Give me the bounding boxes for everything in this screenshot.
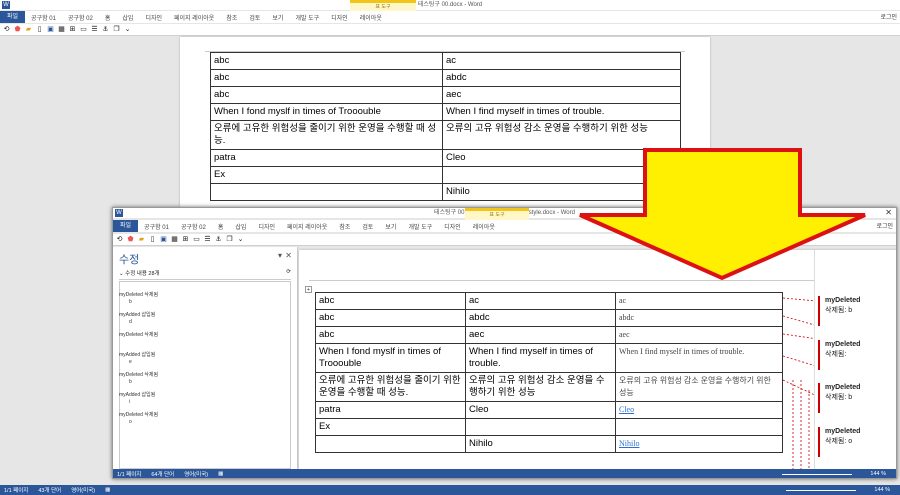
page-count[interactable]: 1/1 페이지: [4, 486, 28, 494]
zoom-slider[interactable]: [786, 490, 856, 491]
zoom-level[interactable]: 144 %: [874, 487, 890, 493]
word-count[interactable]: 43개 단어: [38, 486, 61, 494]
language[interactable]: 영어(미국): [71, 486, 95, 494]
back-status-bar: 1/1 페이지 43개 단어 영어(미국) ▦ 144 %: [0, 485, 900, 495]
macro-icon[interactable]: ▦: [105, 487, 110, 493]
yellow-arrow: [579, 148, 866, 281]
